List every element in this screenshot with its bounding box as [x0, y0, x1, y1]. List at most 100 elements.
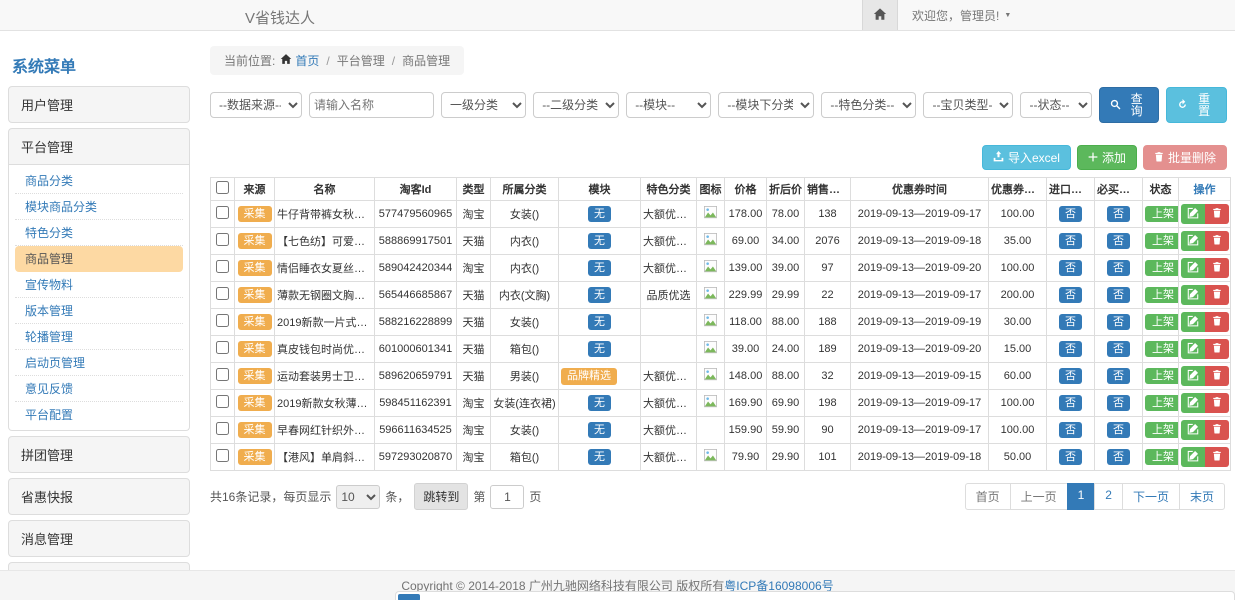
edit-button[interactable] [1181, 447, 1205, 467]
edit-button[interactable] [1181, 393, 1205, 413]
row-select-cell[interactable] [211, 201, 235, 228]
status-button[interactable]: 上架 [1145, 233, 1179, 249]
must-buy-toggle[interactable]: 否 [1107, 260, 1130, 276]
must-buy-toggle[interactable]: 否 [1107, 395, 1130, 411]
status-button[interactable]: 上架 [1145, 260, 1179, 276]
pager-button[interactable]: 末页 [1179, 483, 1225, 510]
row-checkbox[interactable] [216, 287, 229, 300]
import-choice-toggle[interactable]: 否 [1059, 206, 1082, 222]
sidebar-item-promo-material[interactable]: 宣传物料 [15, 272, 183, 298]
row-select-cell[interactable] [211, 417, 235, 444]
delete-button[interactable] [1205, 312, 1229, 332]
page-number-input[interactable] [490, 485, 524, 509]
jump-button[interactable]: 跳转到 [414, 483, 468, 510]
data-source-select[interactable]: --数据来源-- [210, 92, 302, 118]
import-choice-toggle[interactable]: 否 [1059, 314, 1082, 330]
pager-button[interactable]: 下一页 [1122, 483, 1180, 510]
pager-current-page[interactable]: 1 [1067, 483, 1096, 510]
must-buy-toggle[interactable]: 否 [1107, 233, 1130, 249]
edit-button[interactable] [1181, 204, 1205, 224]
sidebar-menu-news-flash[interactable]: 省惠快报 [8, 478, 190, 515]
status-button[interactable]: 上架 [1145, 422, 1179, 438]
status-button[interactable]: 上架 [1145, 287, 1179, 303]
sidebar-item-feature-category[interactable]: 特色分类 [15, 220, 183, 246]
row-checkbox[interactable] [216, 314, 229, 327]
edit-button[interactable] [1181, 231, 1205, 251]
import-choice-toggle[interactable]: 否 [1059, 395, 1082, 411]
row-checkbox[interactable] [216, 341, 229, 354]
pager-button[interactable]: 上一页 [1010, 483, 1068, 510]
sidebar-item-module-product-category[interactable]: 模块商品分类 [15, 194, 183, 220]
must-buy-toggle[interactable]: 否 [1107, 449, 1130, 465]
must-buy-toggle[interactable]: 否 [1107, 287, 1130, 303]
status-button[interactable]: 上架 [1145, 368, 1179, 384]
feature-category-select[interactable]: --特色分类-- [821, 92, 916, 118]
level1-category-select[interactable]: 一级分类 [441, 92, 526, 118]
sidebar-item-version-mgmt[interactable]: 版本管理 [15, 298, 183, 324]
delete-button[interactable] [1205, 204, 1229, 224]
row-select-cell[interactable] [211, 336, 235, 363]
breadcrumb-home-link[interactable]: 首页 [280, 52, 319, 69]
status-button[interactable]: 上架 [1145, 449, 1179, 465]
must-buy-toggle[interactable]: 否 [1107, 314, 1130, 330]
edit-button[interactable] [1181, 312, 1205, 332]
batch-delete-button[interactable]: 批量删除 [1143, 145, 1227, 170]
home-button[interactable] [862, 0, 898, 30]
row-checkbox[interactable] [216, 395, 229, 408]
edit-button[interactable] [1181, 366, 1205, 386]
row-checkbox[interactable] [216, 260, 229, 273]
status-select[interactable]: --状态-- [1020, 92, 1091, 118]
edit-button[interactable] [1181, 285, 1205, 305]
import-choice-toggle[interactable]: 否 [1059, 233, 1082, 249]
item-type-select[interactable]: --宝贝类型-- [923, 92, 1013, 118]
add-button[interactable]: 添加 [1077, 145, 1137, 170]
pager-button[interactable]: 2 [1094, 483, 1123, 510]
row-select-cell[interactable] [211, 282, 235, 309]
select-all-checkbox[interactable] [216, 181, 229, 194]
delete-button[interactable] [1205, 258, 1229, 278]
delete-button[interactable] [1205, 420, 1229, 440]
delete-button[interactable] [1205, 285, 1229, 305]
row-select-cell[interactable] [211, 390, 235, 417]
sidebar-item-product-category[interactable]: 商品分类 [15, 168, 183, 194]
row-checkbox[interactable] [216, 422, 229, 435]
sidebar-item-carousel-mgmt[interactable]: 轮播管理 [15, 324, 183, 350]
name-search-input[interactable] [309, 92, 434, 118]
row-select-cell[interactable] [211, 228, 235, 255]
import-choice-toggle[interactable]: 否 [1059, 341, 1082, 357]
row-checkbox[interactable] [216, 449, 229, 462]
must-buy-toggle[interactable]: 否 [1107, 206, 1130, 222]
sidebar-item-feedback[interactable]: 意见反馈 [15, 376, 183, 402]
delete-button[interactable] [1205, 366, 1229, 386]
sidebar-item-product-mgmt[interactable]: 商品管理 [15, 246, 183, 272]
status-button[interactable]: 上架 [1145, 341, 1179, 357]
import-excel-button[interactable]: 导入excel [982, 145, 1071, 170]
user-menu[interactable]: 欢迎您，管理员! ▼ [898, 0, 1025, 30]
import-choice-toggle[interactable]: 否 [1059, 422, 1082, 438]
row-checkbox[interactable] [216, 368, 229, 381]
must-buy-toggle[interactable]: 否 [1107, 422, 1130, 438]
row-select-cell[interactable] [211, 309, 235, 336]
must-buy-toggle[interactable]: 否 [1107, 341, 1130, 357]
status-button[interactable]: 上架 [1145, 314, 1179, 330]
must-buy-toggle[interactable]: 否 [1107, 368, 1130, 384]
import-choice-toggle[interactable]: 否 [1059, 260, 1082, 276]
pager-button[interactable]: 首页 [965, 483, 1011, 510]
status-button[interactable]: 上架 [1145, 395, 1179, 411]
edit-button[interactable] [1181, 258, 1205, 278]
search-button[interactable]: 查询 [1099, 87, 1160, 123]
module-sub-select[interactable]: --模块下分类-- [718, 92, 814, 118]
row-select-cell[interactable] [211, 444, 235, 471]
delete-button[interactable] [1205, 393, 1229, 413]
status-button[interactable]: 上架 [1145, 206, 1179, 222]
sidebar-item-splash-page-mgmt[interactable]: 启动页管理 [15, 350, 183, 376]
import-choice-toggle[interactable]: 否 [1059, 449, 1082, 465]
delete-button[interactable] [1205, 339, 1229, 359]
edit-button[interactable] [1181, 420, 1205, 440]
module-select[interactable]: --模块-- [626, 92, 711, 118]
row-select-cell[interactable] [211, 255, 235, 282]
import-choice-toggle[interactable]: 否 [1059, 287, 1082, 303]
edit-button[interactable] [1181, 339, 1205, 359]
delete-button[interactable] [1205, 231, 1229, 251]
sidebar-menu-platform-mgmt[interactable]: 平台管理 [8, 128, 190, 165]
